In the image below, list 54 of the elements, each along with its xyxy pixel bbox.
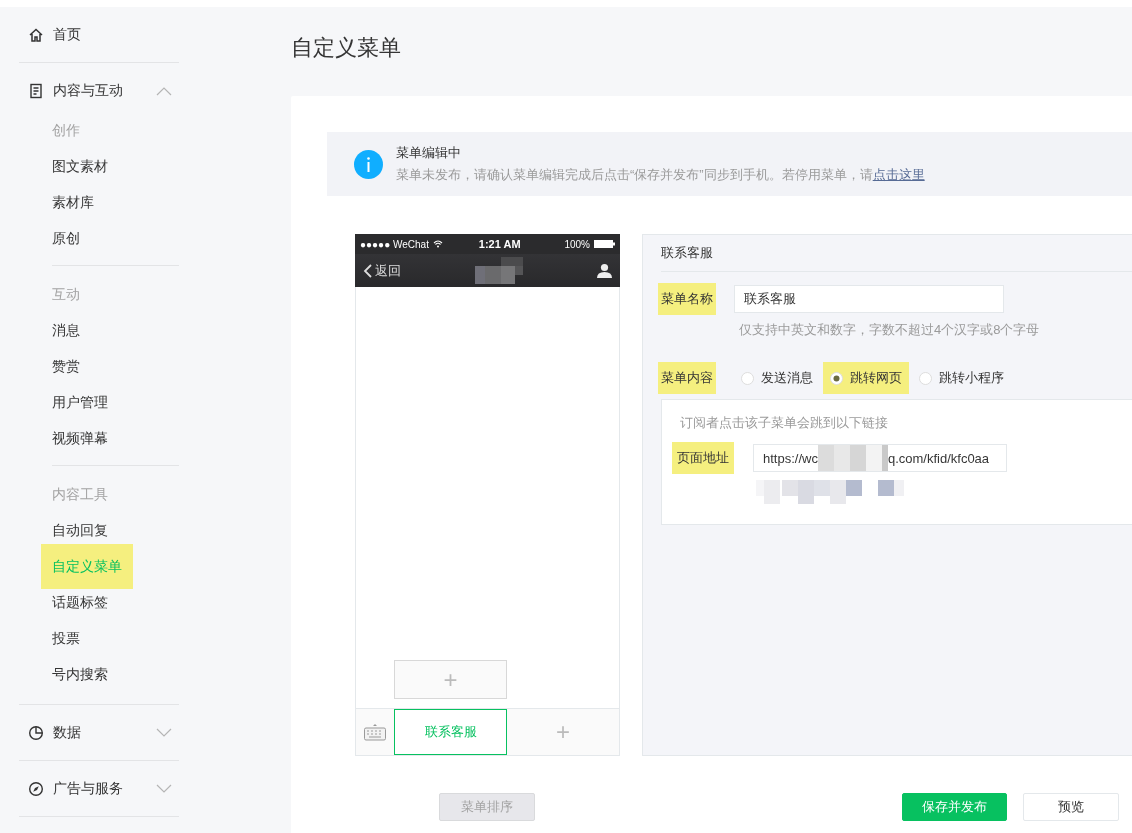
- nav-item[interactable]: 号内搜索: [41, 656, 119, 692]
- compass-icon: [28, 780, 44, 797]
- pixelated-block: [817, 445, 888, 471]
- radio-option[interactable]: 跳转网页: [823, 362, 909, 394]
- back-chevron-icon[interactable]: [363, 263, 372, 278]
- page-title: 自定义菜单: [291, 34, 401, 62]
- field-label: 菜单内容: [658, 362, 716, 394]
- nav-item[interactable]: 图文素材: [41, 148, 119, 184]
- battery-percent: 100%: [564, 238, 590, 250]
- chevron-down-icon[interactable]: [156, 727, 172, 738]
- keyboard-icon[interactable]: [364, 723, 386, 741]
- nav-item[interactable]: 用户管理: [41, 384, 119, 420]
- back-link[interactable]: 返回: [375, 261, 401, 280]
- chevron-up-icon[interactable]: [156, 85, 172, 96]
- radio-button[interactable]: [919, 371, 932, 385]
- chevron-down-icon[interactable]: [156, 783, 172, 794]
- radio-option[interactable]: 跳转小程序: [912, 362, 1011, 394]
- field-label: 页面地址: [672, 442, 734, 474]
- radio-button[interactable]: [741, 371, 754, 385]
- menu-name-input[interactable]: 联系客服: [734, 285, 1004, 313]
- nav-section-label[interactable]: 内容与互动: [53, 81, 147, 100]
- nav-section-label[interactable]: 广告与服务: [53, 779, 147, 798]
- nav-item[interactable]: 素材库: [41, 184, 105, 220]
- nav-item[interactable]: 原创: [41, 220, 91, 256]
- nav-group-heading: 内容工具: [52, 485, 109, 504]
- nav-item[interactable]: 视频弹幕: [41, 420, 119, 456]
- status-time: 1:21 AM: [477, 238, 522, 250]
- wifi-icon: [432, 240, 443, 248]
- notice-title: 菜单编辑中: [396, 144, 462, 162]
- home-icon: [28, 26, 44, 43]
- nav-group-heading: 互动: [52, 285, 81, 304]
- nav-item[interactable]: 投票: [41, 620, 91, 656]
- document-icon: [28, 82, 44, 99]
- radio-button[interactable]: [830, 371, 843, 385]
- radio-option[interactable]: 发送消息: [734, 362, 820, 394]
- signal-carrier: ●●●●● WeChat: [360, 238, 429, 250]
- pie-chart-icon: [28, 724, 44, 741]
- nav-item[interactable]: 消息: [41, 312, 91, 348]
- click-here-link[interactable]: 点击这里: [872, 167, 925, 182]
- preview-button[interactable]: 预览: [1023, 793, 1119, 821]
- nav-group-heading: 创作: [52, 121, 81, 140]
- menu-item-heading: 联系客服: [661, 235, 1132, 272]
- info-icon: [354, 149, 383, 179]
- pixelated-title: [475, 257, 523, 284]
- battery-icon: [594, 240, 615, 248]
- page-url-input[interactable]: https://wc q.com/kfid/kfc0aa: [753, 444, 1007, 472]
- notice-message: 菜单未发布，请确认菜单编辑完成后点击“保存并发布”同步到手机。若停用菜单，请点击这里: [396, 166, 925, 184]
- field-hint: 仅支持中英文和数字，字数不超过4个汉字或8个字母: [739, 321, 1041, 339]
- nav-section-label[interactable]: 首页: [53, 25, 179, 44]
- link-description: 订阅者点击该子菜单会跳到以下链接: [680, 414, 889, 432]
- nav-section-label[interactable]: 数据: [53, 723, 147, 742]
- person-icon[interactable]: [597, 263, 612, 278]
- nav-item[interactable]: 赞赏: [41, 348, 91, 384]
- field-label: 菜单名称: [658, 283, 716, 315]
